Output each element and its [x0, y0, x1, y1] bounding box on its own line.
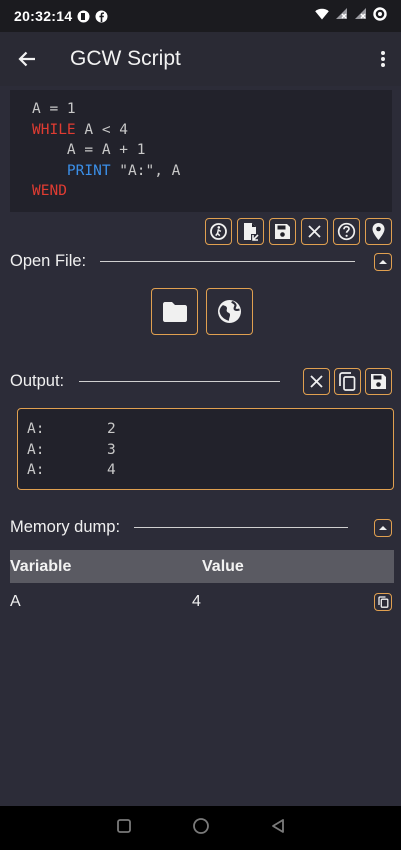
- arrow-up-icon: [379, 525, 387, 530]
- code-line: PRINT "A:", A: [66, 162, 181, 179]
- back-nav-button[interactable]: [270, 818, 286, 839]
- status-bar: 20:32:14: [0, 0, 401, 32]
- open-web-file-button[interactable]: [206, 288, 253, 335]
- collapse-open-file-button[interactable]: [374, 253, 392, 271]
- output-row: A: 3: [27, 441, 116, 458]
- variable-value: 4: [192, 593, 201, 610]
- arrow-up-icon: [379, 259, 387, 264]
- memory-dump-header: Memory dump:: [10, 518, 370, 537]
- open-file-label: Open File:: [10, 252, 87, 270]
- wifi-icon: [315, 7, 329, 25]
- location-button[interactable]: [365, 218, 392, 245]
- save-icon: [275, 224, 290, 239]
- folder-icon: [162, 301, 187, 322]
- variable-name: A: [10, 593, 21, 610]
- home-button[interactable]: [192, 817, 210, 840]
- save-script-button[interactable]: [269, 218, 296, 245]
- output-row: A: 2: [27, 421, 116, 437]
- run-icon: [210, 223, 227, 240]
- save-icon: [371, 374, 386, 389]
- close-icon: [310, 375, 323, 388]
- location-pin-icon: [372, 223, 385, 240]
- output-row: A: 4: [27, 462, 116, 478]
- column-variable: Variable: [10, 557, 72, 575]
- memory-dump-label: Memory dump:: [10, 518, 121, 536]
- file-open-icon: [244, 223, 259, 241]
- copy-row-button[interactable]: [374, 593, 392, 611]
- clear-output-button[interactable]: [303, 368, 330, 395]
- app-notification-icon: [77, 10, 90, 23]
- copy-icon: [377, 596, 388, 608]
- code-editor[interactable]: A = 1 WHILE A < 4 A = A + 1 PRINT "A:", …: [10, 90, 392, 212]
- run-button[interactable]: [205, 218, 232, 245]
- output-toolbar: [303, 368, 392, 395]
- overflow-menu-button[interactable]: [365, 32, 401, 86]
- open-local-file-button[interactable]: [151, 288, 198, 335]
- save-output-button[interactable]: [365, 368, 392, 395]
- back-button[interactable]: [0, 32, 54, 86]
- facebook-icon: [95, 10, 108, 23]
- copy-icon: [339, 372, 356, 391]
- divider: [79, 381, 281, 382]
- keyword: PRINT: [66, 162, 111, 179]
- code-line: WEND: [32, 181, 392, 202]
- collapse-memory-dump-button[interactable]: [374, 519, 392, 537]
- clear-script-button[interactable]: [301, 218, 328, 245]
- recents-button[interactable]: [116, 818, 132, 839]
- output-header: Output:: [10, 372, 295, 391]
- circle-icon: [192, 817, 209, 834]
- memory-table-header: Variable Value: [10, 550, 394, 583]
- system-nav-bar: [0, 806, 401, 850]
- code-line: A = 1: [32, 101, 76, 117]
- help-button[interactable]: [333, 218, 360, 245]
- page-title: GCW Script: [70, 47, 181, 70]
- help-icon: [337, 222, 356, 241]
- open-script-button[interactable]: [237, 218, 264, 245]
- divider: [100, 261, 356, 262]
- code-line: A = A + 1: [66, 142, 146, 158]
- open-file-header: Open File:: [10, 252, 370, 271]
- keyword: WHILE: [32, 121, 76, 138]
- divider: [134, 527, 349, 528]
- arrow-back-icon: [18, 51, 35, 67]
- keyword: WEND: [32, 183, 67, 199]
- more-vert-icon: [381, 51, 385, 67]
- output-box: A: 2 A: 3 A: 4: [17, 408, 394, 490]
- triangle-back-icon: [271, 818, 284, 833]
- battery-circle-icon: [373, 6, 387, 26]
- editor-toolbar: [205, 218, 392, 245]
- output-label: Output:: [10, 372, 65, 390]
- close-icon: [308, 225, 321, 238]
- square-icon: [116, 818, 131, 833]
- copy-output-button[interactable]: [334, 368, 361, 395]
- signal-off-icon-2: [354, 7, 367, 25]
- globe-icon: [218, 300, 241, 323]
- app-bar: GCW Script: [0, 32, 401, 86]
- code-line: WHILE A < 4: [32, 121, 129, 138]
- table-row: A 4: [10, 588, 394, 616]
- status-time: 20:32:14: [14, 8, 73, 24]
- signal-off-icon: [335, 7, 348, 25]
- column-value: Value: [202, 557, 244, 575]
